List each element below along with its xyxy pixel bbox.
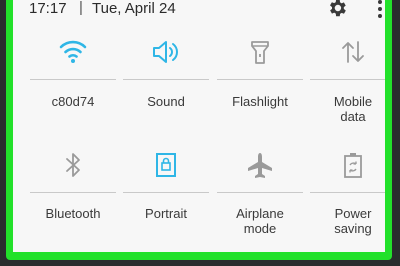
- tile-divider: [123, 79, 209, 80]
- gear-icon[interactable]: [326, 0, 348, 23]
- tile-divider: [310, 192, 385, 193]
- mobile-data-icon: [310, 38, 385, 68]
- status-bar: 17:17 | Tue, April 24: [13, 0, 385, 22]
- flashlight-icon: [217, 38, 303, 68]
- tile-label: Portrait: [145, 206, 187, 221]
- bluetooth-icon: [30, 151, 116, 181]
- tile-label: Power saving: [334, 206, 372, 236]
- tile-divider: [123, 192, 209, 193]
- sound-icon: [123, 38, 209, 68]
- tile-label: Airplane mode: [236, 206, 284, 236]
- tile-label: c80d74: [51, 94, 95, 109]
- date: Tue, April 24: [92, 0, 176, 17]
- portrait-lock-icon: [123, 151, 209, 181]
- status-separator: |: [79, 0, 83, 16]
- tile-label: Flashlight: [232, 94, 288, 109]
- tile-label: Sound: [147, 94, 185, 109]
- wifi-icon: [30, 38, 116, 68]
- tile-divider: [217, 192, 303, 193]
- power-saving-icon: [310, 151, 385, 181]
- quick-settings-panel: 17:17 | Tue, April 24 c80d74 Sound Flash…: [13, 0, 385, 252]
- clock: 17:17: [29, 0, 67, 17]
- tile-divider: [217, 79, 303, 80]
- tile-label: Mobile data: [333, 94, 373, 124]
- airplane-icon: [217, 151, 303, 181]
- tile-divider: [30, 192, 116, 193]
- tile-divider: [310, 79, 385, 80]
- more-options-icon[interactable]: [377, 0, 383, 22]
- tile-label: Bluetooth: [45, 206, 101, 221]
- tile-divider: [30, 79, 116, 80]
